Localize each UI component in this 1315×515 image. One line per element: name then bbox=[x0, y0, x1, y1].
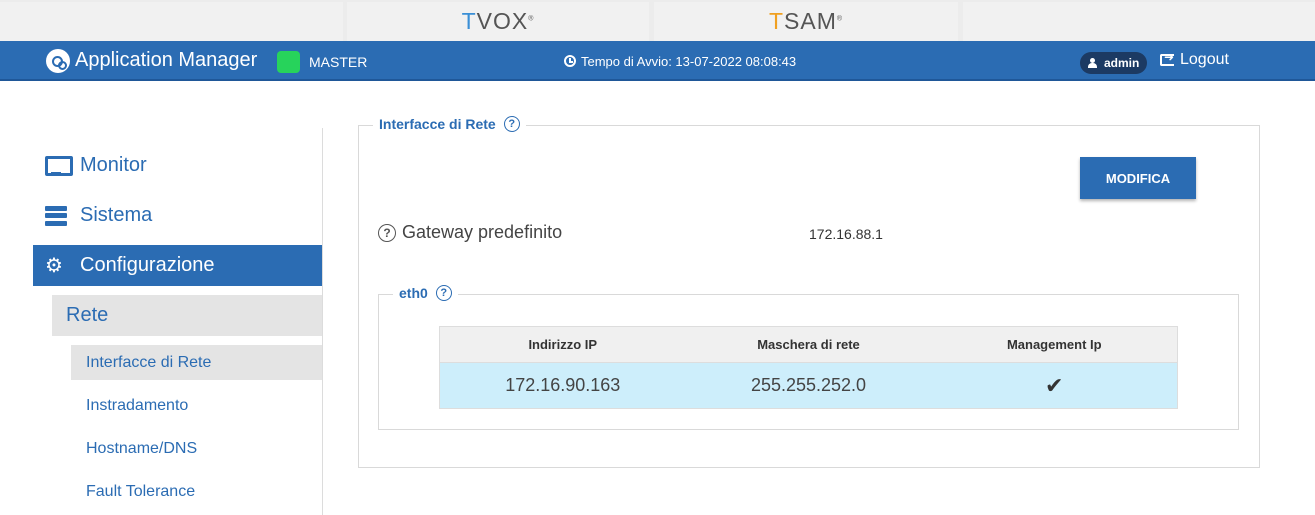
product-tab-empty-left bbox=[0, 2, 343, 41]
modifica-button[interactable]: MODIFICA bbox=[1080, 157, 1196, 199]
sidebar-item-label: Monitor bbox=[80, 154, 147, 176]
check-icon: ✔ bbox=[1045, 372, 1064, 398]
cell-ip: 172.16.90.163 bbox=[439, 362, 686, 409]
section-title: Interfacce di Rete bbox=[379, 116, 496, 132]
app-title: Application Manager bbox=[75, 49, 258, 71]
sidebar-link-label: Hostname/DNS bbox=[86, 439, 198, 457]
sidebar-link-interfacce-di-rete[interactable]: Interfacce di Rete bbox=[71, 345, 322, 380]
sidebar-subitem-rete[interactable]: Rete bbox=[52, 295, 322, 336]
product-tab-empty-right bbox=[963, 2, 1315, 41]
logout-label: Logout bbox=[1180, 51, 1229, 68]
cell-mask: 255.255.252.0 bbox=[685, 362, 932, 409]
user-icon bbox=[1088, 58, 1097, 68]
tsam-logo: TSAM® bbox=[768, 8, 844, 34]
sidebar-link-label: Fault Tolerance bbox=[86, 482, 196, 500]
sidebar-item-label: Sistema bbox=[80, 204, 153, 226]
start-time: Tempo di Avvio: 13-07-2022 08:08:43 bbox=[581, 54, 797, 69]
sidebar-subitem-label: Rete bbox=[66, 304, 109, 326]
interface-title: eth0 ? bbox=[393, 285, 458, 301]
help-icon[interactable]: ? bbox=[435, 285, 452, 301]
gears-icon: ⚙ bbox=[45, 254, 63, 277]
logout-button[interactable]: Logout bbox=[1160, 50, 1229, 69]
sidebar-link-instradamento[interactable]: Instradamento bbox=[71, 388, 322, 423]
app-manager-icon bbox=[46, 49, 70, 73]
column-header-management: Management Ip bbox=[931, 326, 1178, 363]
product-bar: TVOX® TSAM® bbox=[0, 0, 1315, 41]
sidebar-item-label: Configurazione bbox=[80, 254, 215, 276]
table-header-row: Indirizzo IP Maschera di rete Management… bbox=[439, 326, 1178, 363]
interfaces-table: Indirizzo IP Maschera di rete Management… bbox=[439, 326, 1178, 409]
user-badge[interactable]: admin bbox=[1080, 52, 1148, 74]
user-name: admin bbox=[1104, 56, 1140, 70]
product-tab-tsam[interactable]: TSAM® bbox=[654, 2, 958, 41]
sidebar-item-sistema[interactable]: Sistema bbox=[33, 195, 322, 236]
sidebar-link-label: Interfacce di Rete bbox=[86, 353, 212, 371]
column-header-ip: Indirizzo IP bbox=[439, 326, 686, 363]
sidebar-item-monitor[interactable]: Monitor bbox=[33, 145, 322, 186]
clock-icon bbox=[564, 55, 576, 67]
gateway-label: ? Gateway predefinito bbox=[378, 222, 562, 243]
cell-management: ✔ bbox=[931, 362, 1178, 409]
help-icon[interactable]: ? bbox=[378, 223, 396, 242]
gateway-value: 172.16.88.1 bbox=[809, 226, 883, 242]
table-row[interactable]: 172.16.90.163 255.255.252.0 ✔ bbox=[439, 362, 1178, 409]
sidebar-link-fault-tolerance[interactable]: Fault Tolerance bbox=[71, 474, 322, 509]
sidebar-item-configurazione[interactable]: ⚙ Configurazione bbox=[33, 245, 322, 286]
logout-icon bbox=[1160, 50, 1174, 66]
server-icon bbox=[45, 205, 67, 226]
column-header-mask: Maschera di rete bbox=[685, 326, 932, 363]
tvox-logo: TVOX® bbox=[461, 8, 535, 34]
app-header: Application Manager MASTER Tempo di Avvi… bbox=[0, 41, 1315, 81]
monitor-icon bbox=[45, 155, 73, 176]
node-role: MASTER bbox=[309, 54, 368, 70]
gateway-label-text: Gateway predefinito bbox=[402, 222, 563, 242]
sidebar-divider bbox=[322, 128, 323, 515]
product-tab-tvox[interactable]: TVOX® bbox=[347, 2, 649, 41]
sidebar-link-label: Instradamento bbox=[86, 396, 189, 414]
interface-name: eth0 bbox=[399, 285, 428, 301]
sidebar-link-hostname-dns[interactable]: Hostname/DNS bbox=[71, 431, 322, 466]
status-indicator bbox=[277, 51, 300, 73]
panel-title: Interfacce di Rete ? bbox=[373, 116, 526, 132]
help-icon[interactable]: ? bbox=[503, 116, 520, 132]
